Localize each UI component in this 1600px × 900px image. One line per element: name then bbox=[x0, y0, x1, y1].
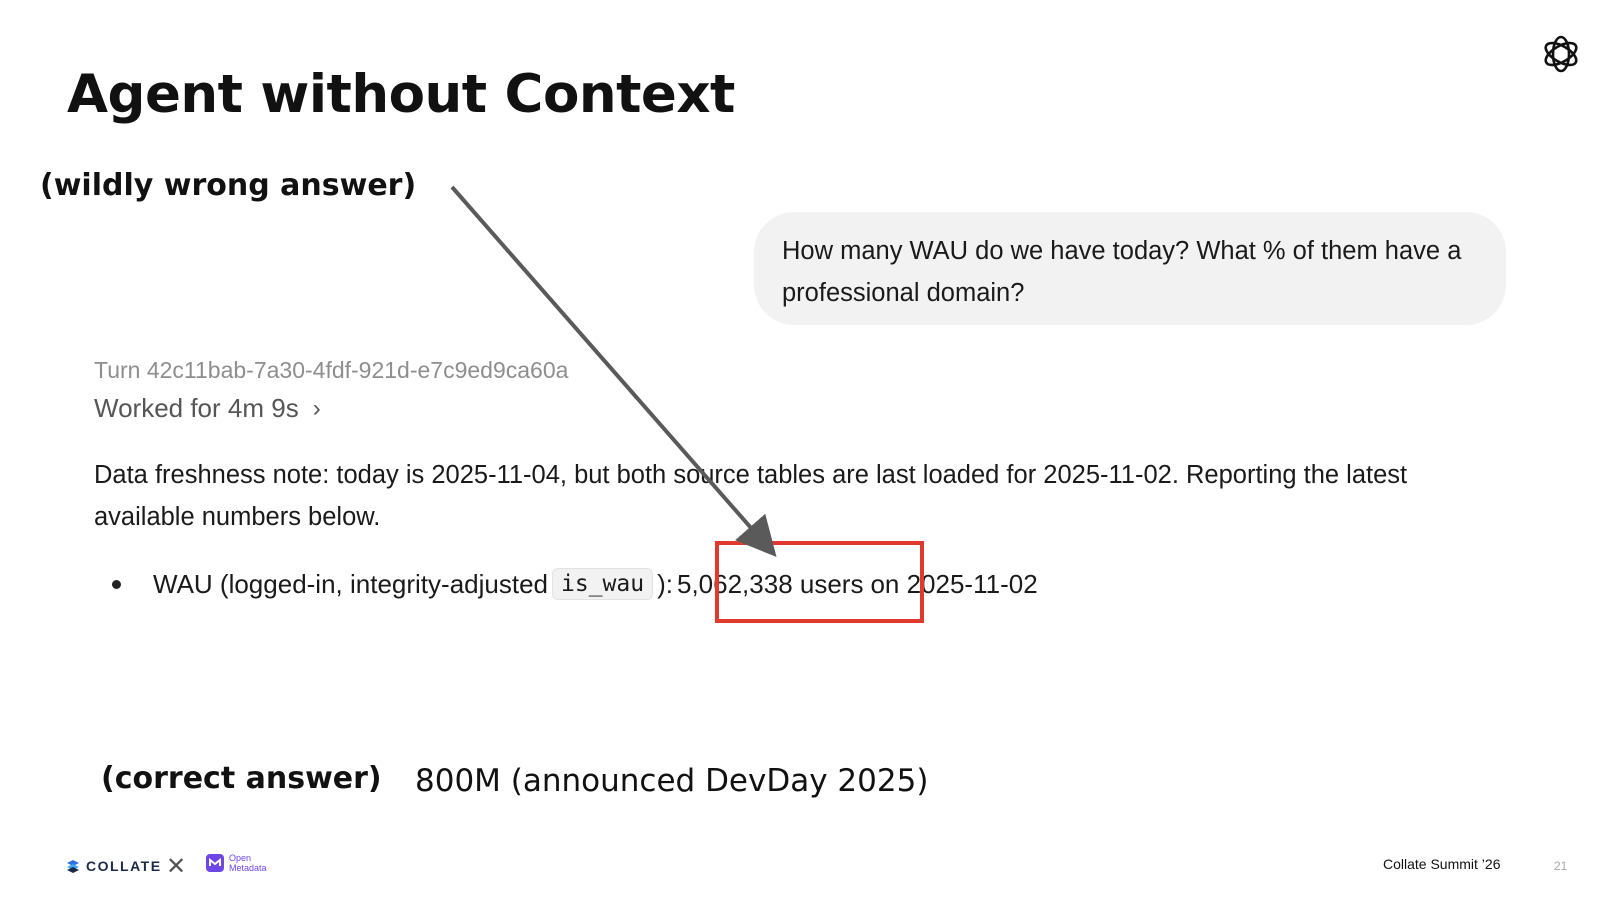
page-number: 21 bbox=[1554, 859, 1568, 873]
correct-answer-value: 800M (announced DevDay 2025) bbox=[415, 763, 929, 799]
correct-answer-note: (correct answer) bbox=[101, 761, 382, 796]
collate-logo-icon bbox=[67, 860, 79, 873]
openmetadata-logo-icon bbox=[206, 854, 224, 872]
close-x-icon: ✕ bbox=[166, 853, 187, 880]
openmetadata-line2: Metadata bbox=[229, 863, 267, 873]
openmetadata-line1: Open bbox=[229, 853, 252, 863]
collate-wordmark: COLLATE bbox=[86, 858, 162, 874]
event-label: Collate Summit ’26 bbox=[1383, 856, 1501, 872]
openmetadata-logo: Open Metadata bbox=[205, 852, 267, 874]
collate-logo: COLLATE bbox=[66, 858, 162, 874]
